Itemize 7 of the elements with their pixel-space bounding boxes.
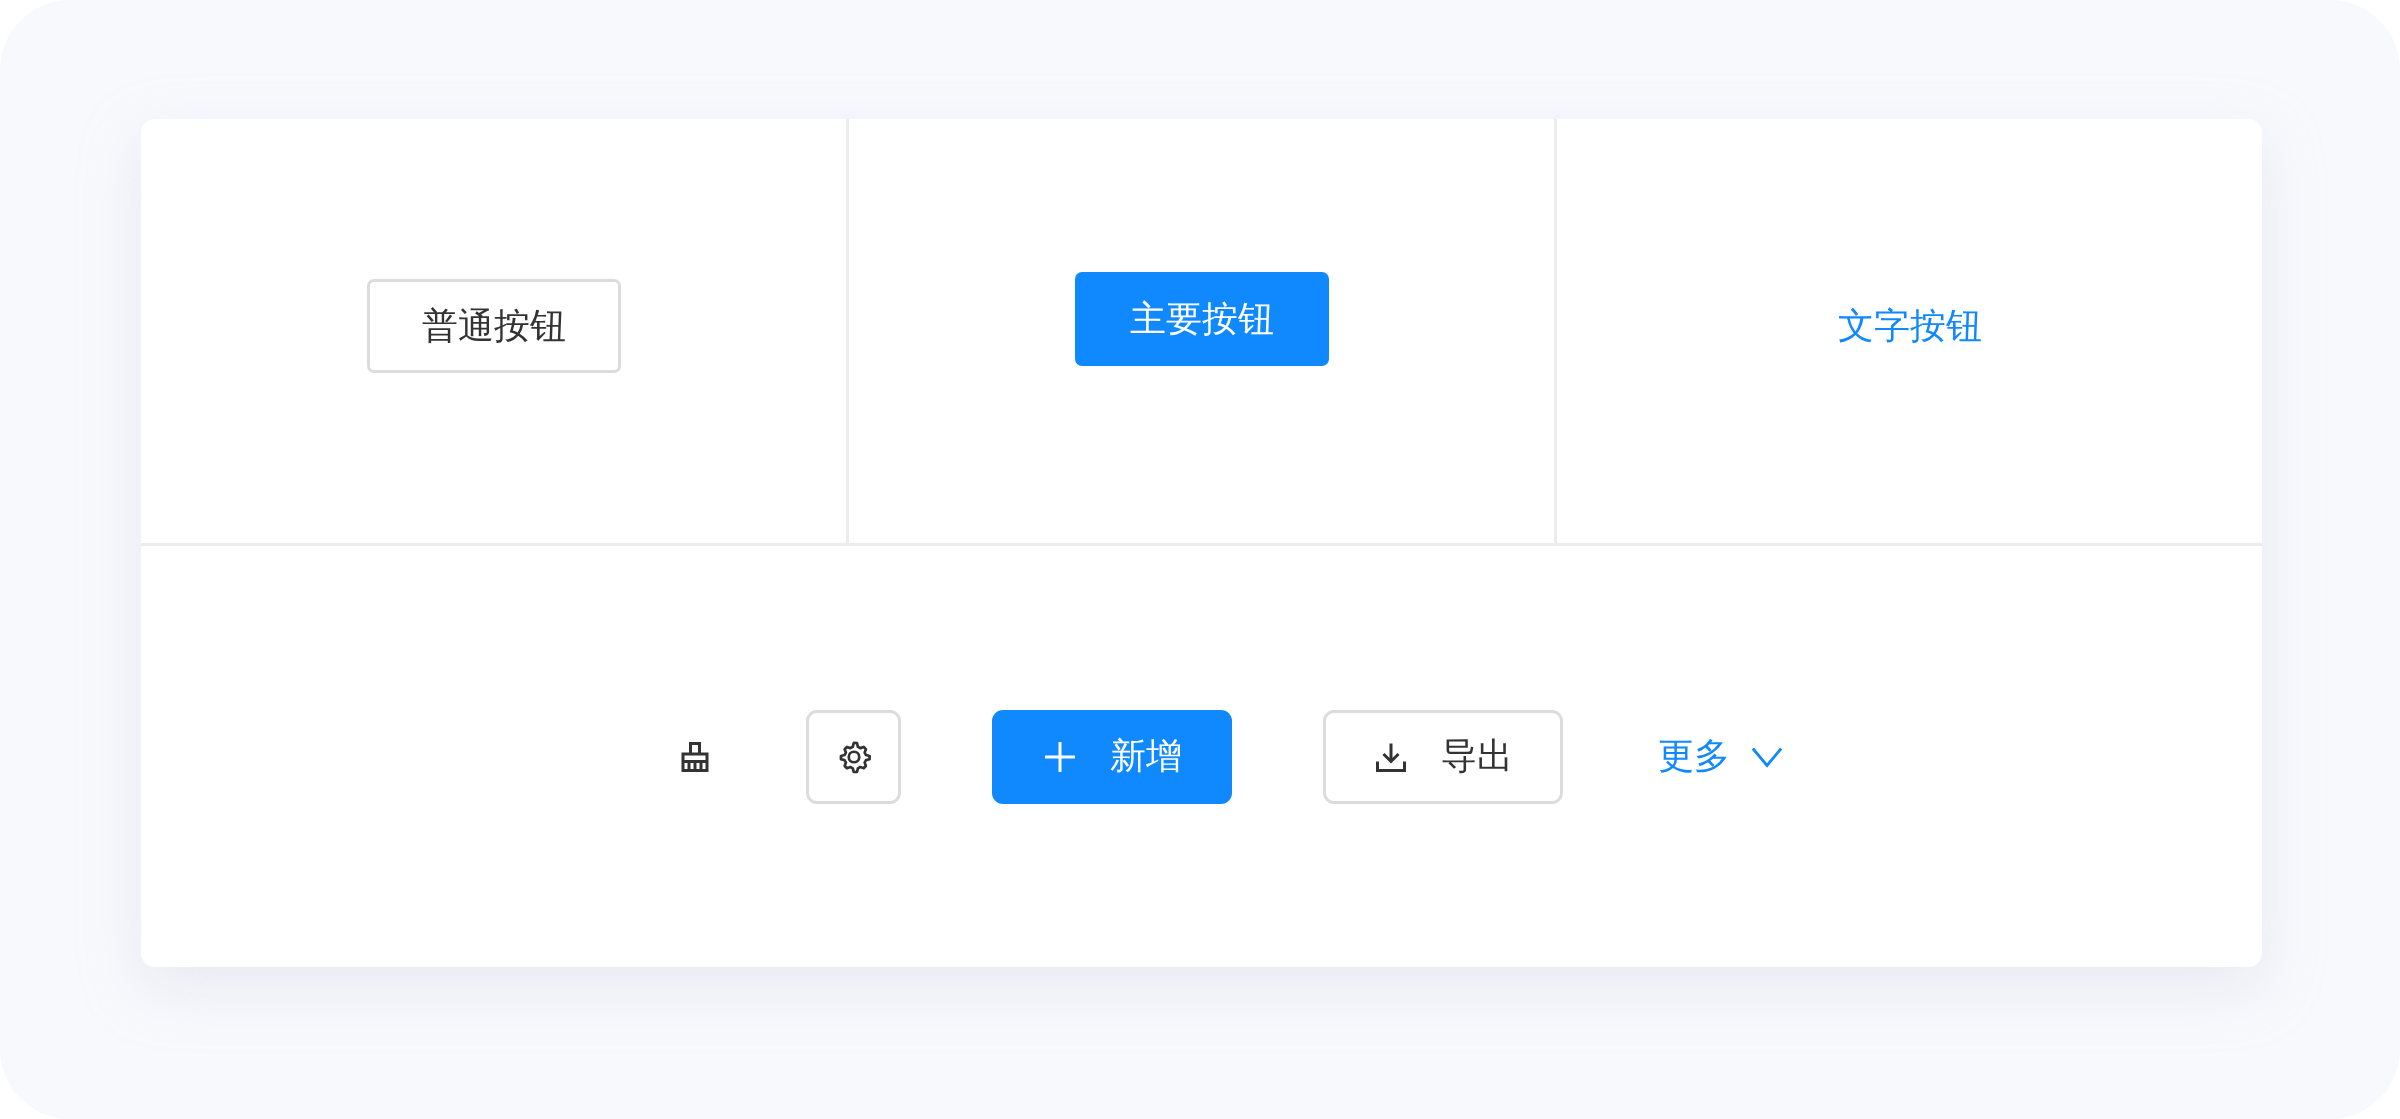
more-button[interactable]: 更多 (1654, 726, 1788, 787)
default-button[interactable]: 普通按钮 (366, 279, 621, 373)
settings-button[interactable] (806, 709, 901, 804)
export-button[interactable]: 导出 (1323, 709, 1563, 804)
text-link-button[interactable]: 文字按钮 (1833, 296, 1986, 356)
primary-button[interactable]: 主要按钮 (1074, 272, 1329, 366)
add-button[interactable]: 新增 (992, 709, 1232, 804)
